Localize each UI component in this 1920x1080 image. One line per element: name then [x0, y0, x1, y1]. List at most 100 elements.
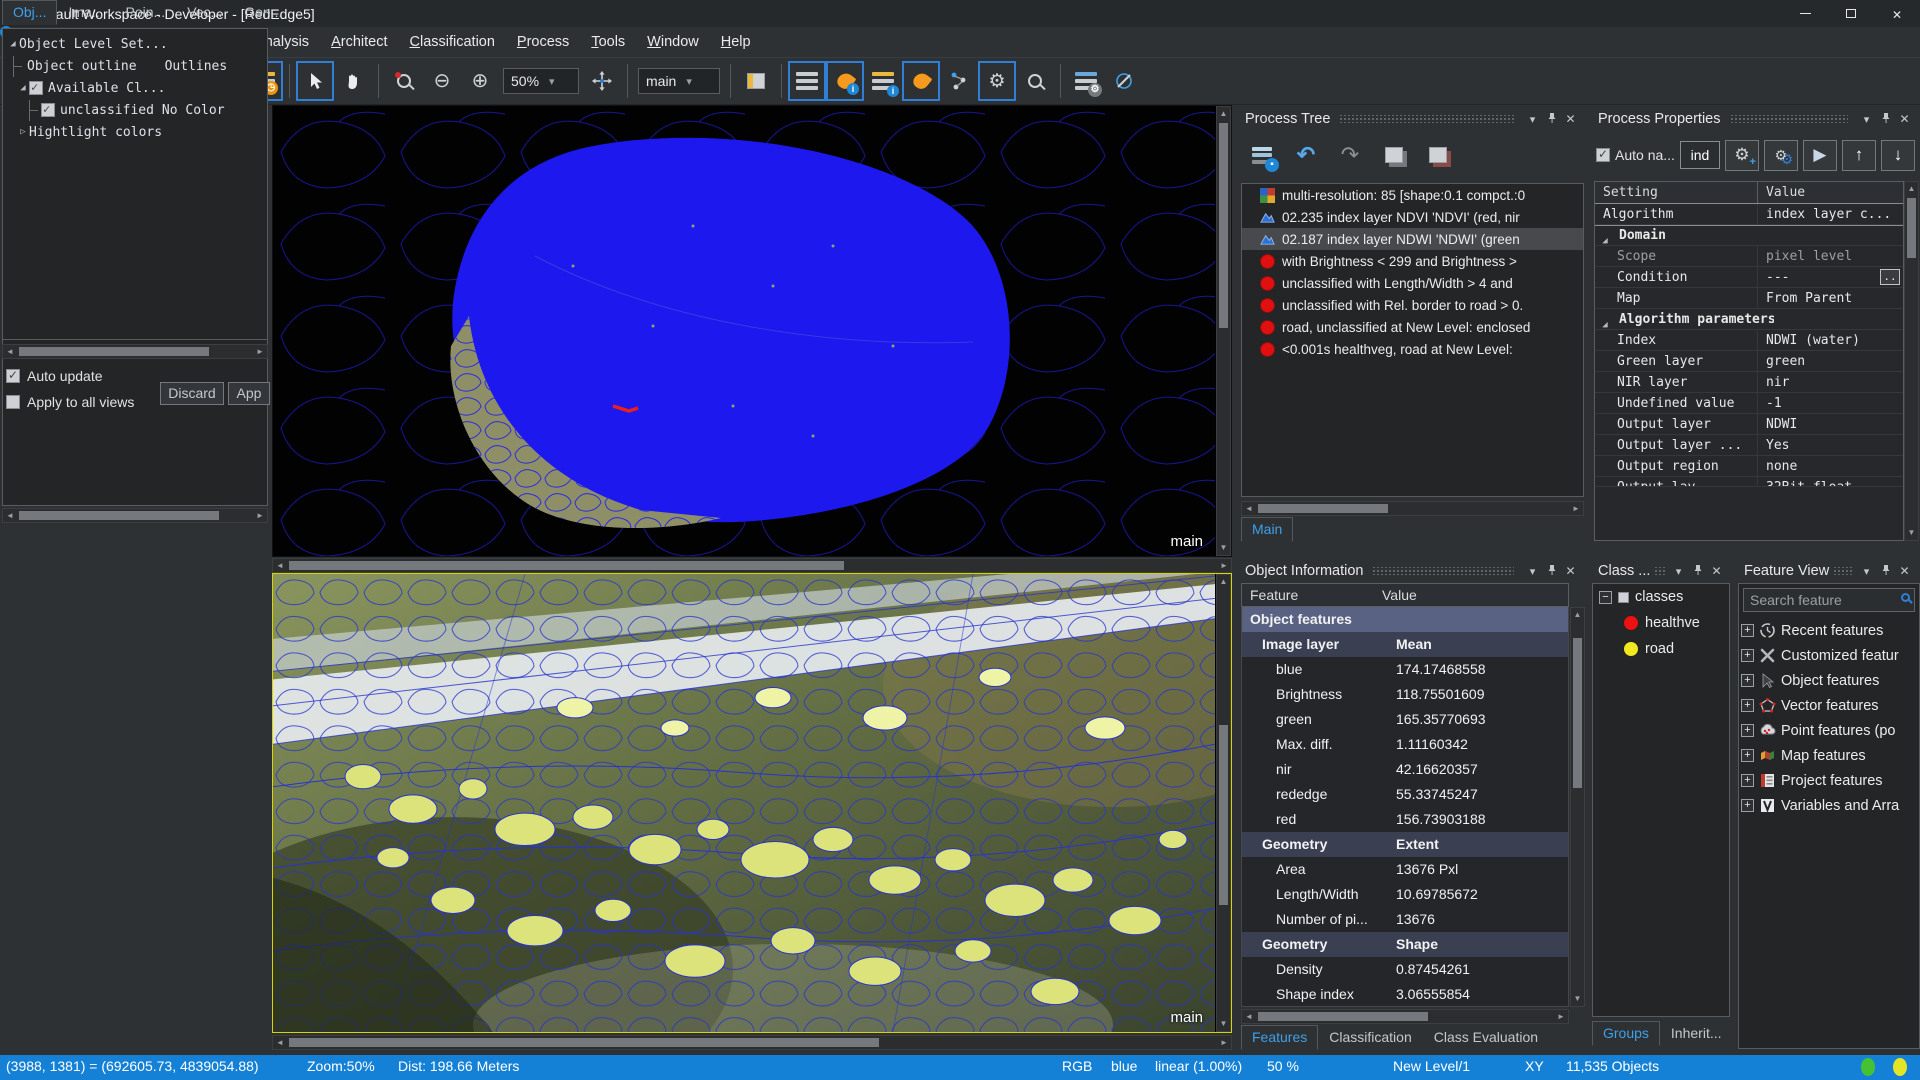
- unclassified-row[interactable]: unclassified No Color: [3, 99, 267, 121]
- area-zoom-button[interactable]: [385, 61, 423, 101]
- menu-tools[interactable]: Tools: [580, 27, 636, 57]
- architect-edit-button[interactable]: [1105, 61, 1143, 101]
- pan-hand-button[interactable]: [334, 61, 372, 101]
- close-panel-icon[interactable]: [1561, 112, 1580, 126]
- pin-icon[interactable]: [1876, 564, 1895, 579]
- map-row[interactable]: MapFrom Parent: [1595, 288, 1903, 309]
- tab-image[interactable]: Ima...: [57, 0, 114, 25]
- expand-icon[interactable]: [1741, 624, 1754, 637]
- image-view-settings-button[interactable]: ⚙: [978, 61, 1016, 101]
- scroll-thumb[interactable]: [19, 511, 219, 520]
- process-name-field[interactable]: ind: [1680, 141, 1720, 169]
- subgroup-row[interactable]: GeometryExtent: [1242, 832, 1568, 857]
- select-cursor-button[interactable]: [296, 61, 334, 101]
- index-row[interactable]: IndexNDWI (water): [1595, 330, 1903, 351]
- search-input[interactable]: [1743, 588, 1915, 612]
- menu-help[interactable]: Help: [710, 27, 762, 57]
- object-outline-row[interactable]: Object outline Outlines: [3, 55, 267, 77]
- feature-group-project[interactable]: Project features: [1741, 768, 1917, 793]
- apply-all-checkbox[interactable]: [6, 395, 20, 409]
- layer-panel-hscroll[interactable]: [2, 344, 268, 359]
- nir-layer-row[interactable]: NIR layernir: [1595, 372, 1903, 393]
- tab-inheritance[interactable]: Inherit...: [1660, 1021, 1733, 1046]
- scroll-left-icon[interactable]: [273, 559, 287, 572]
- condition-row[interactable]: Condition---..: [1595, 267, 1903, 288]
- green-layer-row[interactable]: Green layergreen: [1595, 351, 1903, 372]
- scroll-thumb[interactable]: [1219, 725, 1228, 905]
- menu-window[interactable]: Window: [636, 27, 710, 57]
- feature-group-recent[interactable]: Recent features: [1741, 618, 1917, 643]
- scroll-thumb[interactable]: [1258, 1012, 1428, 1021]
- expand-icon[interactable]: [1741, 699, 1754, 712]
- close-panel-icon[interactable]: [1707, 564, 1726, 578]
- output-layer-visible-row[interactable]: Output layer ...Yes: [1595, 435, 1903, 456]
- delete-process-button[interactable]: [1421, 138, 1455, 172]
- scroll-up-icon[interactable]: [1571, 608, 1584, 622]
- move-up-button[interactable]: [1842, 140, 1876, 171]
- panel-grip[interactable]: [1372, 567, 1514, 575]
- table-row[interactable]: green165.35770693: [1242, 707, 1568, 732]
- group-row[interactable]: Object features: [1242, 607, 1568, 632]
- discard-button[interactable]: Discard: [160, 382, 224, 405]
- auto-update-checkbox[interactable]: [6, 369, 20, 383]
- process-row[interactable]: 02.235 index layer NDVI 'NDVI' (red, nir: [1242, 206, 1583, 228]
- minimize-button[interactable]: [1782, 0, 1828, 27]
- classes-root-row[interactable]: classes: [1593, 584, 1729, 610]
- scroll-thumb[interactable]: [19, 347, 209, 356]
- expand-icon[interactable]: [1741, 649, 1754, 662]
- expand-icon[interactable]: [1741, 674, 1754, 687]
- scene-image-bottom[interactable]: [273, 574, 1215, 1032]
- apply-button[interactable]: App: [228, 382, 270, 405]
- condition-edit-button[interactable]: ..: [1880, 269, 1900, 285]
- scroll-left-icon[interactable]: [1242, 502, 1256, 515]
- process-row[interactable]: with Brightness < 299 and Brightness >: [1242, 250, 1583, 272]
- move-down-button[interactable]: [1881, 140, 1915, 171]
- table-row[interactable]: red156.73903188: [1242, 807, 1568, 832]
- expand-icon[interactable]: [1741, 774, 1754, 787]
- feature-group-map[interactable]: Map features: [1741, 743, 1917, 768]
- table-row[interactable]: Shape index3.06555854: [1242, 982, 1568, 1007]
- scroll-left-icon[interactable]: [1242, 1010, 1256, 1023]
- output-type-row-clipped[interactable]: Output lay32Bit float: [1595, 477, 1903, 487]
- zoom-level-combo[interactable]: 50%: [503, 68, 579, 94]
- table-row[interactable]: Max. diff.1.11160342: [1242, 732, 1568, 757]
- tab-main[interactable]: Main: [1241, 517, 1293, 542]
- chevron-down-icon[interactable]: [1523, 113, 1542, 126]
- process-row[interactable]: road, unclassified at New Level: enclose…: [1242, 316, 1583, 338]
- tab-classification[interactable]: Classification: [1318, 1025, 1422, 1050]
- scroll-down-icon[interactable]: [1905, 526, 1918, 540]
- tab-object[interactable]: Obj...: [2, 0, 57, 25]
- execute-button[interactable]: [1803, 140, 1837, 171]
- close-panel-icon[interactable]: [1895, 564, 1914, 578]
- algorithm-row[interactable]: Algorithmindex layer c...: [1595, 204, 1903, 225]
- output-region-row[interactable]: Output regionnone: [1595, 456, 1903, 477]
- zoom-out-button[interactable]: ⊖: [423, 61, 461, 101]
- scroll-right-icon[interactable]: [1569, 502, 1583, 515]
- chevron-down-icon[interactable]: [1857, 113, 1876, 126]
- object-level-settings-row[interactable]: Object Level Set...: [3, 33, 267, 55]
- panel-grip[interactable]: [1730, 115, 1849, 123]
- viewer-bottom-hscroll[interactable]: [272, 1035, 1232, 1050]
- pin-icon[interactable]: [1542, 564, 1561, 579]
- expander-icon[interactable]: [1599, 315, 1611, 329]
- tab-point[interactable]: Poin...: [114, 0, 176, 25]
- table-row[interactable]: Density0.87454261: [1242, 957, 1568, 982]
- scroll-left-icon[interactable]: [3, 345, 17, 358]
- zoom-in-button[interactable]: ⊕: [461, 61, 499, 101]
- table-row[interactable]: blue174.17468558: [1242, 657, 1568, 682]
- panel-grip[interactable]: [1654, 567, 1665, 575]
- tab-vector[interactable]: Vec...: [176, 0, 233, 25]
- scroll-thumb[interactable]: [1907, 198, 1916, 258]
- process-row[interactable]: unclassified with Rel. border to road > …: [1242, 294, 1583, 316]
- table-row[interactable]: nir42.16620357: [1242, 757, 1568, 782]
- feature-group-vector[interactable]: Vector features: [1741, 693, 1917, 718]
- tab-general[interactable]: Gen...: [233, 0, 293, 25]
- close-button[interactable]: [1874, 0, 1920, 27]
- panel-grip[interactable]: [1339, 115, 1514, 123]
- object-info-vscroll[interactable]: [1570, 607, 1585, 1007]
- pin-icon[interactable]: [1542, 112, 1561, 127]
- scroll-thumb[interactable]: [289, 1038, 879, 1047]
- table-row[interactable]: Brightness118.75501609: [1242, 682, 1568, 707]
- scroll-right-icon[interactable]: [253, 509, 267, 522]
- class-item-road[interactable]: road: [1593, 636, 1729, 662]
